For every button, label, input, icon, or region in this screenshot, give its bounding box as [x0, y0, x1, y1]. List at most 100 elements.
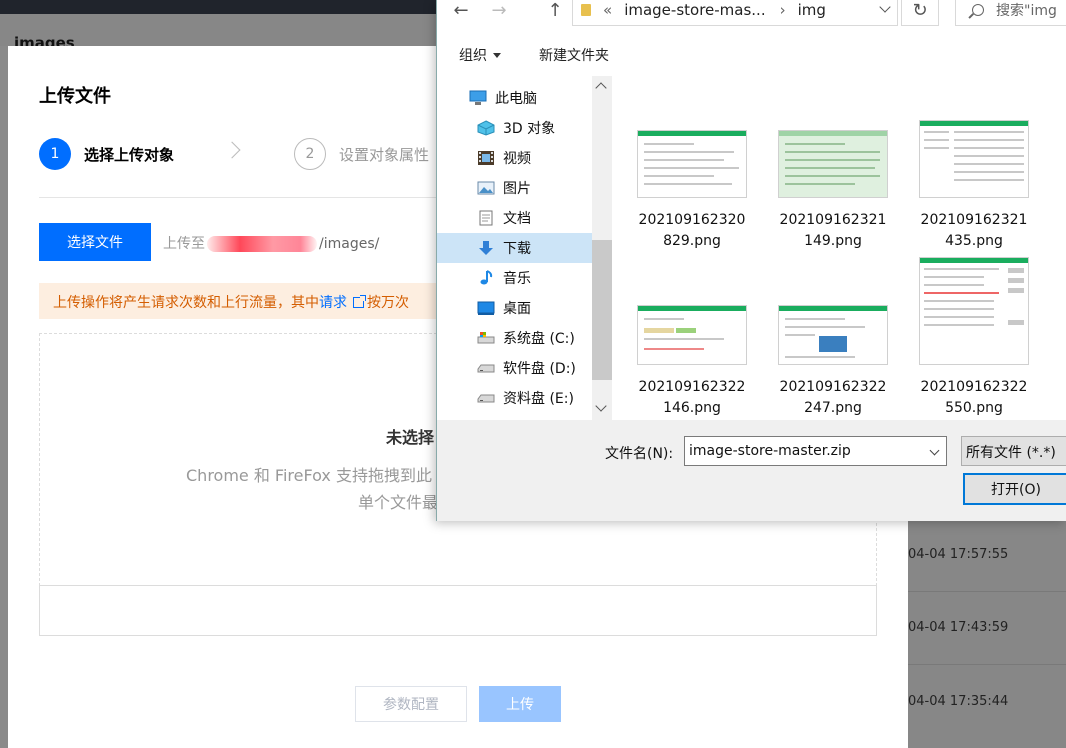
organize-menu[interactable]: 组织	[459, 45, 501, 65]
back-arrow-icon[interactable]: ←	[451, 0, 471, 21]
file-name: 202109162322 247.png	[779, 379, 887, 416]
address-overflow[interactable]: «	[603, 1, 612, 19]
parameter-config-button[interactable]: 参数配置	[355, 686, 467, 722]
tree-item-label: 资料盘 (E:)	[503, 391, 574, 407]
tree-item-label: 视频	[503, 151, 531, 167]
notice-text: 上传操作将产生请求次数和上行流量，其中	[53, 295, 319, 311]
filename-input[interactable]	[684, 436, 947, 466]
up-arrow-icon[interactable]: ↑	[547, 0, 563, 21]
step-select-object: 1 选择上传对象	[39, 138, 174, 170]
file-name: 202109162321 149.png	[779, 212, 887, 249]
external-link-icon	[353, 295, 366, 308]
redacted-bucket-name	[207, 236, 317, 252]
tree-item-downloads[interactable]: 下载	[437, 233, 592, 263]
navigation-tree: 此电脑 3D 对象 视频 图片 文档 下载 音乐 桌面 系统盘 (C:) 软件盘…	[437, 76, 612, 420]
file-item[interactable]: 202109162320 829.png	[627, 130, 757, 252]
image-thumbnail	[778, 130, 888, 198]
address-bar[interactable]: « image-store-mas... › img	[572, 0, 898, 26]
file-name: 202109162322 146.png	[638, 379, 746, 416]
filename-label: 文件名(N):	[605, 446, 674, 462]
video-icon	[477, 150, 495, 166]
table-row-divider	[908, 664, 1066, 665]
thumbnail-accent	[920, 121, 1028, 126]
search-field[interactable]: 搜索"img	[955, 0, 1066, 26]
cube-icon	[477, 120, 495, 136]
file-list: 202109162320 829.png 202109162321 149.png	[612, 76, 1066, 420]
image-thumbnail	[637, 130, 747, 198]
tree-item-3d-objects[interactable]: 3D 对象	[437, 113, 592, 143]
thumbnail-accent	[779, 131, 887, 136]
forward-arrow-icon[interactable]: →	[489, 0, 509, 21]
picture-icon	[477, 180, 495, 196]
upload-button[interactable]: 上传	[479, 686, 561, 722]
caret-down-icon	[493, 53, 501, 58]
tree-item-videos[interactable]: 视频	[437, 143, 592, 173]
download-icon	[477, 240, 495, 256]
table-row-divider	[908, 591, 1066, 592]
tree-item-label: 系统盘 (C:)	[503, 331, 575, 347]
modal-title: 上传文件	[39, 86, 111, 107]
new-folder-button[interactable]: 新建文件夹	[539, 45, 609, 65]
dialog-toolbar: 组织 新建文件夹	[437, 34, 1066, 72]
thumbnail-accent	[638, 306, 746, 311]
file-item[interactable]: 202109162321 149.png	[768, 130, 898, 252]
file-name: 202109162322 550.png	[920, 379, 1028, 416]
filetype-select[interactable]: 所有文件 (*.*)	[961, 436, 1066, 466]
object-modified-time: 04-04 17:35:44	[908, 694, 1009, 709]
step-number: 2	[294, 138, 326, 170]
thumbnail-accent	[638, 131, 746, 136]
tree-item-label: 3D 对象	[503, 121, 556, 137]
tree-item-drive-d[interactable]: 软件盘 (D:)	[437, 353, 592, 383]
folder-icon	[581, 4, 591, 16]
drive-icon	[477, 330, 495, 346]
drive-icon	[477, 390, 495, 406]
step-label: 选择上传对象	[84, 145, 175, 164]
tree-item-label: 下载	[503, 241, 531, 257]
object-modified-time: 04-04 17:43:59	[908, 620, 1009, 635]
tree-item-music[interactable]: 音乐	[437, 263, 592, 293]
address-segment[interactable]: img	[798, 1, 826, 19]
address-segment[interactable]: image-store-mas...	[624, 1, 765, 19]
tree-item-this-pc[interactable]: 此电脑	[437, 83, 592, 113]
chevron-down-icon[interactable]	[879, 1, 891, 13]
image-thumbnail	[919, 257, 1029, 365]
music-icon	[477, 270, 495, 286]
tree-item-desktop[interactable]: 桌面	[437, 293, 592, 323]
request-pricing-link[interactable]: 请求	[319, 295, 347, 311]
search-icon	[972, 4, 984, 16]
chevron-right-icon	[223, 141, 241, 159]
file-item[interactable]: 202109162322 550.png	[909, 257, 1039, 419]
dialog-bottom-pane: 文件名(N): 所有文件 (*.*) 打开(O)	[437, 420, 1066, 521]
open-button[interactable]: 打开(O)	[963, 473, 1066, 505]
tree-item-label: 软件盘 (D:)	[503, 361, 576, 377]
tree-scrollbar-thumb[interactable]	[592, 240, 612, 380]
desktop-icon	[477, 300, 495, 316]
drive-icon	[477, 360, 495, 376]
image-thumbnail	[778, 305, 888, 365]
thumbnail-accent	[920, 258, 1028, 263]
tree-item-drive-c[interactable]: 系统盘 (C:)	[437, 323, 592, 353]
tree-item-label: 桌面	[503, 301, 531, 317]
upload-destination: 上传至/images/	[163, 233, 379, 253]
tree-item-documents[interactable]: 文档	[437, 203, 592, 233]
image-thumbnail	[637, 305, 747, 365]
refresh-icon[interactable]: ↻	[901, 0, 939, 26]
tree-item-label: 音乐	[503, 271, 531, 287]
upload-to-label: 上传至	[163, 236, 205, 252]
tree-item-label: 文档	[503, 211, 531, 227]
tree-item-drive-e[interactable]: 资料盘 (E:)	[437, 383, 592, 413]
computer-icon	[469, 90, 487, 106]
step-number: 1	[39, 138, 71, 170]
tree-item-pictures[interactable]: 图片	[437, 173, 592, 203]
image-thumbnail	[919, 120, 1029, 198]
choose-file-button[interactable]: 选择文件	[39, 223, 151, 261]
document-icon	[477, 210, 495, 226]
file-item[interactable]: 202109162322 146.png	[627, 305, 757, 419]
upload-path: /images/	[319, 236, 380, 252]
file-name: 202109162321 435.png	[920, 212, 1028, 249]
step-object-properties: 2 设置对象属性	[294, 138, 429, 170]
file-item[interactable]: 202109162321 435.png	[909, 120, 1039, 252]
file-open-dialog: ← → ↑ « image-store-mas... › img ↻ 搜索"im…	[436, 0, 1066, 521]
file-item[interactable]: 202109162322 247.png	[768, 305, 898, 419]
drop-zone-title: 未选择	[386, 428, 435, 447]
